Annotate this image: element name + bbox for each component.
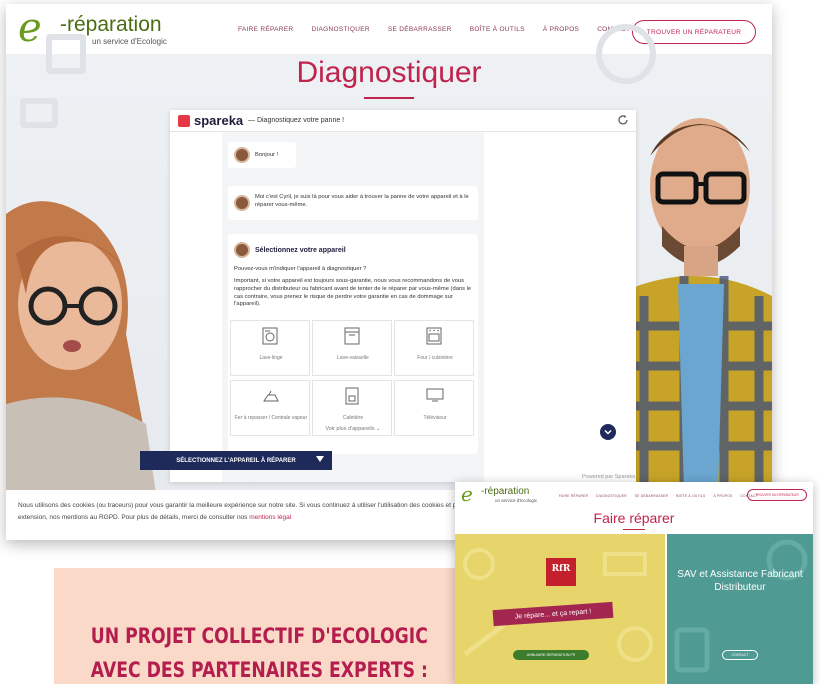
logo-mark[interactable]: e bbox=[461, 484, 473, 504]
message-bubble: Bonjour ! bbox=[228, 142, 296, 168]
legal-mentions-link[interactable]: mentions légal bbox=[249, 514, 291, 521]
logo-name[interactable]: -réparation bbox=[481, 487, 529, 497]
appliance-washing-machine[interactable]: Lave-linge bbox=[230, 320, 310, 376]
spareka-brand: spareka bbox=[194, 113, 244, 128]
appliance-label: Lave-linge bbox=[259, 355, 283, 361]
nav-a-propos[interactable]: À PROPOS bbox=[543, 26, 579, 33]
appliance-select-card: Sélectionnez votre appareil Pouvez-vous … bbox=[228, 234, 478, 454]
select-card-question: Pouvez-vous m'indiquer l'appareil à diag… bbox=[234, 266, 367, 272]
secondary-website-screenshot: e -réparation un service d'Ecologic FAIR… bbox=[455, 482, 813, 684]
avatar bbox=[234, 195, 250, 211]
banner-line-2: AVEC DES PARTENAIRES EXPERTS : bbox=[90, 658, 428, 682]
warranty-note: Important, si votre appareil est toujour… bbox=[234, 278, 472, 308]
powered-by-label: Powered par Spareka bbox=[582, 474, 636, 480]
nav-se-debarrasser[interactable]: SE DÉBARRASSER bbox=[388, 26, 452, 33]
contact-button[interactable]: CONTACT bbox=[722, 650, 758, 660]
logo-mark[interactable]: e bbox=[18, 8, 42, 48]
nav-boite-a-outils[interactable]: BOÎTE À OUTILS bbox=[470, 26, 525, 33]
message-text: Moi c'est Cyril, je suis là pour vous ai… bbox=[255, 194, 469, 208]
hero-section: Diagnostiquer spareka — Diagnostiquez vo… bbox=[6, 24, 772, 494]
person-photo-left bbox=[6, 201, 156, 494]
diagnostic-widget: spareka — Diagnostiquez votre panne ! Bo… bbox=[170, 110, 636, 482]
appliance-oven[interactable]: Four / cuisinière bbox=[394, 320, 474, 376]
main-nav: FAIRE RÉPARER DIAGNOSTIQUER SE DÉBARRASS… bbox=[238, 26, 630, 33]
rfr-logo-text: RfR bbox=[551, 564, 571, 574]
rfr-logo: RfR bbox=[546, 558, 576, 586]
banner-line-1: UN PROJET COLLECTIF D'ECOLOGIC bbox=[90, 624, 428, 648]
decor-chat-icon bbox=[20, 98, 58, 128]
chevron-down-icon bbox=[604, 429, 612, 435]
repair-directory-button[interactable]: ANNUAIRE-REPARATION.FR bbox=[513, 650, 589, 660]
page-title: Diagnostiquer bbox=[296, 56, 482, 89]
avatar bbox=[234, 242, 250, 258]
dishwasher-icon bbox=[344, 327, 360, 345]
widget-subtitle: — Diagnostiquez votre panne ! bbox=[248, 117, 345, 124]
appliance-label: Lave-vaisselle bbox=[337, 355, 369, 361]
nav-faire-reparer[interactable]: FAIRE RÉPARER bbox=[559, 494, 588, 498]
chat-panel: Bonjour ! Moi c'est Cyril, je suis là po… bbox=[222, 132, 484, 482]
appliance-dishwasher[interactable]: Lave-vaisselle bbox=[312, 320, 392, 376]
cookie-message: Nous utilisons des cookies (ou traceurs)… bbox=[18, 502, 463, 522]
appliance-label: Téléviseur bbox=[423, 415, 447, 421]
cookie-text: Nous utilisons des cookies (ou traceurs)… bbox=[18, 500, 466, 525]
logo-tagline: un service d'Ecologic bbox=[92, 37, 167, 46]
tv-icon bbox=[426, 388, 444, 402]
main-website-screenshot: e -réparation un service d'Ecologic FAIR… bbox=[6, 4, 772, 540]
washing-machine-icon bbox=[262, 327, 278, 345]
refresh-icon[interactable] bbox=[617, 114, 629, 126]
select-card-title: Sélectionnez votre appareil bbox=[255, 247, 346, 254]
appliance-label: Fer à repasser / Centrale vapeur bbox=[234, 415, 308, 421]
show-more-appliances-link[interactable]: Voir plus d'appareils ⌄ bbox=[222, 426, 484, 432]
oven-icon bbox=[426, 327, 442, 345]
nav-diagnostiquer[interactable]: DIAGNOSTIQUER bbox=[596, 494, 627, 498]
message-bubble: Moi c'est Cyril, je suis là pour vous ai… bbox=[228, 186, 478, 220]
chevron-down-icon bbox=[316, 456, 324, 462]
site-header: e -réparation un service d'Ecologic FAIR… bbox=[6, 4, 772, 54]
find-repairer-button[interactable]: TROUVER UN RÉPARATEUR bbox=[747, 489, 807, 501]
nav-diagnostiquer[interactable]: DIAGNOSTIQUER bbox=[311, 26, 369, 33]
nav-faire-reparer[interactable]: FAIRE RÉPARER bbox=[238, 26, 293, 33]
spareka-logo-icon bbox=[178, 115, 190, 127]
nav-a-propos[interactable]: À PROPOS bbox=[713, 494, 732, 498]
coffee-maker-icon bbox=[345, 387, 359, 405]
iron-icon bbox=[263, 390, 279, 402]
avatar bbox=[234, 147, 250, 163]
sav-title: SAV et Assistance Fabricant Distributeur bbox=[677, 569, 803, 593]
repair-directory-panel: RfR Je répare... et ça repart ! ANNUAIRE… bbox=[455, 534, 665, 684]
manufacturer-support-panel: SAV et Assistance Fabricant Distributeur… bbox=[667, 534, 813, 684]
appliance-label: Cafetière bbox=[342, 415, 364, 421]
nav-se-debarrasser[interactable]: SE DÉBARRASSER bbox=[635, 494, 668, 498]
message-text: Bonjour ! bbox=[255, 152, 279, 158]
widget-header: spareka — Diagnostiquez votre panne ! bbox=[170, 110, 636, 132]
select-appliance-label: SÉLECTIONNEZ L'APPAREIL À RÉPARER bbox=[176, 457, 296, 464]
nav-boite-a-outils[interactable]: BOÎTE À OUTILS bbox=[676, 494, 705, 498]
main-nav: FAIRE RÉPARER DIAGNOSTIQUER SE DÉBARRASS… bbox=[559, 494, 758, 498]
project-banner: UN PROJET COLLECTIF D'ECOLOGIC AVEC DES … bbox=[54, 568, 462, 684]
appliance-label: Four / cuisinière bbox=[417, 355, 453, 361]
scroll-down-button[interactable] bbox=[600, 424, 616, 440]
logo-name[interactable]: -réparation bbox=[60, 14, 162, 35]
person-photo-right bbox=[614, 118, 772, 492]
phone-background-illustration bbox=[674, 539, 808, 673]
title-underline bbox=[623, 529, 645, 530]
title-underline bbox=[364, 97, 414, 99]
page-title: Faire réparer bbox=[593, 510, 675, 526]
logo-tagline: un service d'Ecologic bbox=[495, 498, 538, 503]
select-appliance-button[interactable]: SÉLECTIONNEZ L'APPAREIL À RÉPARER bbox=[140, 451, 332, 470]
